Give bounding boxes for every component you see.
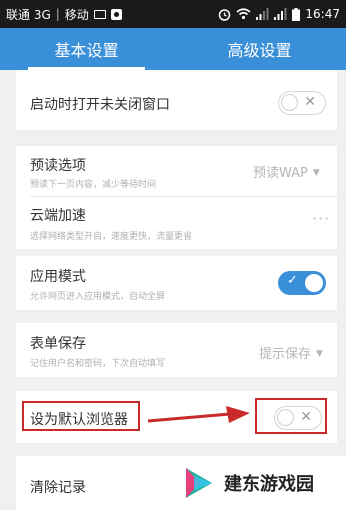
preload-select[interactable]: 预读WAP ▼ xyxy=(253,162,320,181)
watermark-text: 建东游戏园 xyxy=(224,474,314,495)
setting-row-cloud[interactable]: 云端加速 选择网络类型开启，速度更快，流量更省 ··· xyxy=(16,197,337,249)
toggle-off-icon: ✕ xyxy=(304,94,316,110)
chevron-down-icon: ▼ xyxy=(316,349,323,359)
settings-tab-bar: 基本设置 高级设置 xyxy=(0,28,346,70)
settings-card-app-mode: 应用模式 允许网页进入应用模式，自动全屏 ✓ xyxy=(16,256,337,310)
setting-row-form-save[interactable]: 表单保存 记住用户名和密码，下次自动填写 提示保存 ▼ xyxy=(16,323,337,377)
carrier-1: 联通 3G xyxy=(6,7,51,22)
signal-icon-2 xyxy=(274,8,287,20)
app-mode-toggle[interactable]: ✓ xyxy=(278,271,326,295)
tab-basic-settings[interactable]: 基本设置 xyxy=(0,28,173,70)
annotation-highlight-toggle xyxy=(255,398,327,434)
settings-content: 启动时打开未关闭窗口 ✕ 预读选项 预读下一页内容，减少等待时间 预读WAP ▼ … xyxy=(0,70,346,510)
setting-subtitle: 选择网络类型开启，速度更快，流量更省 xyxy=(30,232,193,242)
open-unclosed-toggle[interactable]: ✕ xyxy=(278,91,326,115)
setting-subtitle: 预读下一页内容，减少等待时间 xyxy=(30,180,157,190)
image-notification-icon xyxy=(110,8,122,20)
watermark-logo-icon xyxy=(186,468,212,498)
setting-row-open-unclosed[interactable]: 启动时打开未关闭窗口 ✕ xyxy=(16,70,337,130)
clock: 16:47 xyxy=(305,7,340,21)
status-bar-left: 联通 3G | 移动 xyxy=(6,6,122,23)
settings-card-startup: 启动时打开未关闭窗口 ✕ xyxy=(16,70,337,130)
battery-icon xyxy=(292,7,301,21)
setting-row-app-mode[interactable]: 应用模式 允许网页进入应用模式，自动全屏 ✓ xyxy=(16,256,337,310)
status-bar: 联通 3G | 移动 16:47 xyxy=(0,0,346,28)
annotation-arrow-icon xyxy=(147,406,250,423)
signal-icon-1 xyxy=(256,8,269,20)
form-save-select-value: 提示保存 xyxy=(259,347,312,362)
watermark: 建东游戏园 xyxy=(172,456,346,510)
annotation-highlight-label xyxy=(22,401,140,431)
carrier-2: 移动 xyxy=(64,7,89,22)
setting-title: 启动时打开未关闭窗口 xyxy=(30,97,170,113)
status-bar-right: 16:47 xyxy=(218,7,340,21)
toggle-knob xyxy=(305,274,323,292)
tab-advanced-settings[interactable]: 高级设置 xyxy=(173,28,346,70)
check-icon: ✓ xyxy=(287,273,298,288)
toggle-knob xyxy=(281,94,298,111)
form-save-select[interactable]: 提示保存 ▼ xyxy=(259,343,323,362)
setting-title: 应用模式 xyxy=(30,269,86,285)
setting-row-preload[interactable]: 预读选项 预读下一页内容，减少等待时间 预读WAP ▼ xyxy=(16,146,337,196)
carrier-separator: | xyxy=(55,7,60,21)
message-icon xyxy=(93,9,106,19)
wifi-icon xyxy=(236,8,251,20)
settings-card-form-save: 表单保存 记住用户名和密码，下次自动填写 提示保存 ▼ xyxy=(16,323,337,377)
settings-card-preload: 预读选项 预读下一页内容，减少等待时间 预读WAP ▼ 云端加速 选择网络类型开启… xyxy=(16,146,337,249)
setting-title: 清除记录 xyxy=(30,480,86,496)
chevron-down-icon: ▼ xyxy=(312,168,320,178)
setting-title: 云端加速 xyxy=(30,208,86,224)
setting-subtitle: 记住用户名和密码，下次自动填写 xyxy=(30,359,166,369)
setting-title: 预读选项 xyxy=(30,158,86,174)
preload-select-value: 预读WAP xyxy=(253,166,308,181)
more-options-icon[interactable]: ··· xyxy=(312,209,330,228)
setting-subtitle: 允许网页进入应用模式，自动全屏 xyxy=(30,292,166,302)
alarm-icon xyxy=(218,8,231,21)
setting-title: 表单保存 xyxy=(30,336,86,352)
